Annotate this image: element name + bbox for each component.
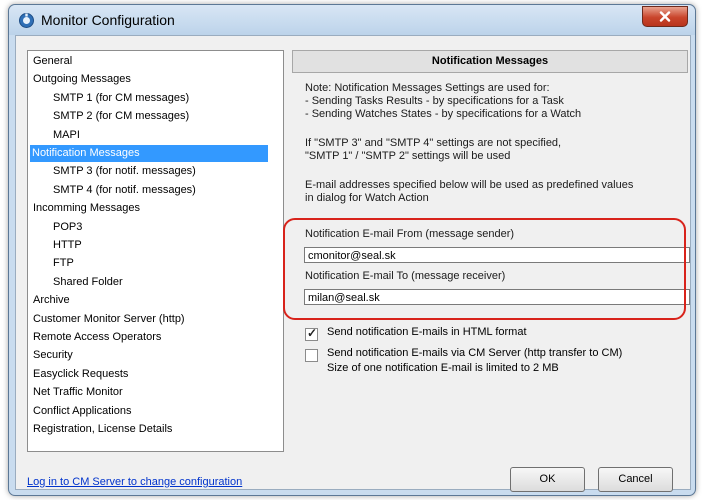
tree-item[interactable]: SMTP 1 (for CM messages) [50,90,189,107]
smtp-note-line: "SMTP 1" / "SMTP 2" settings will be use… [305,150,511,162]
email-note-line: E-mail addresses specified below will be… [305,179,634,191]
window-title: Monitor Configuration [41,12,175,28]
tree-item[interactable]: POP3 [50,219,82,236]
smtp-note-line: If "SMTP 3" and "SMTP 4" settings are no… [305,137,562,149]
settings-tree[interactable]: General Outgoing Messages SMTP 1 (for CM m… [27,50,284,452]
app-config-icon [19,13,34,28]
size-limit-note: Size of one notification E-mail is limit… [327,362,559,374]
login-link[interactable]: Log in to CM Server to change configurat… [27,476,242,488]
email-fields-highlight [283,218,686,320]
note-line: - Sending Tasks Results - by specificati… [305,95,564,107]
tree-item[interactable]: MAPI [50,127,80,144]
note-line: Note: Notification Messages Settings are… [305,82,550,94]
tree-item[interactable]: Remote Access Operators [31,329,161,346]
ok-button[interactable]: OK [510,467,585,492]
tree-item[interactable]: Easyclick Requests [31,366,128,383]
tree-item[interactable]: Notification Messages [30,145,268,162]
tree-item[interactable]: SMTP 4 (for notif. messages) [50,182,196,199]
tree-item[interactable]: SMTP 3 (for notif. messages) [50,163,196,180]
tree-item[interactable]: Security [31,347,73,364]
tree-item[interactable]: Shared Folder [50,274,123,291]
tree-item[interactable]: SMTP 2 (for CM messages) [50,108,189,125]
via-server-label[interactable]: Send notification E-mails via CM Server … [327,347,622,359]
tree-item[interactable]: Incomming Messages [31,200,140,217]
html-format-label[interactable]: Send notification E-mails in HTML format [327,326,527,338]
html-format-checkbox[interactable] [305,326,318,341]
tree-item[interactable]: Net Traffic Monitor [31,384,123,401]
tree-item[interactable]: Outgoing Messages [31,71,131,88]
note-line: - Sending Watches States - by specificat… [305,108,582,120]
close-icon [659,11,671,22]
tree-item[interactable]: Archive [31,292,70,309]
panel-title: Notification Messages [292,50,688,73]
close-button[interactable] [642,6,688,27]
tree-item[interactable]: Customer Monitor Server (http) [31,311,185,328]
tree-item[interactable]: FTP [50,255,74,272]
via-server-checkbox[interactable] [305,349,318,362]
tree-item[interactable]: HTTP [50,237,82,254]
tree-item[interactable]: General [31,53,72,70]
cancel-button[interactable]: Cancel [598,467,673,492]
email-note-line: in dialog for Watch Action [305,192,429,204]
tree-item[interactable]: Conflict Applications [31,403,131,420]
title-bar[interactable]: Monitor Configuration [9,5,695,35]
tree-item[interactable]: Registration, License Details [31,421,172,438]
